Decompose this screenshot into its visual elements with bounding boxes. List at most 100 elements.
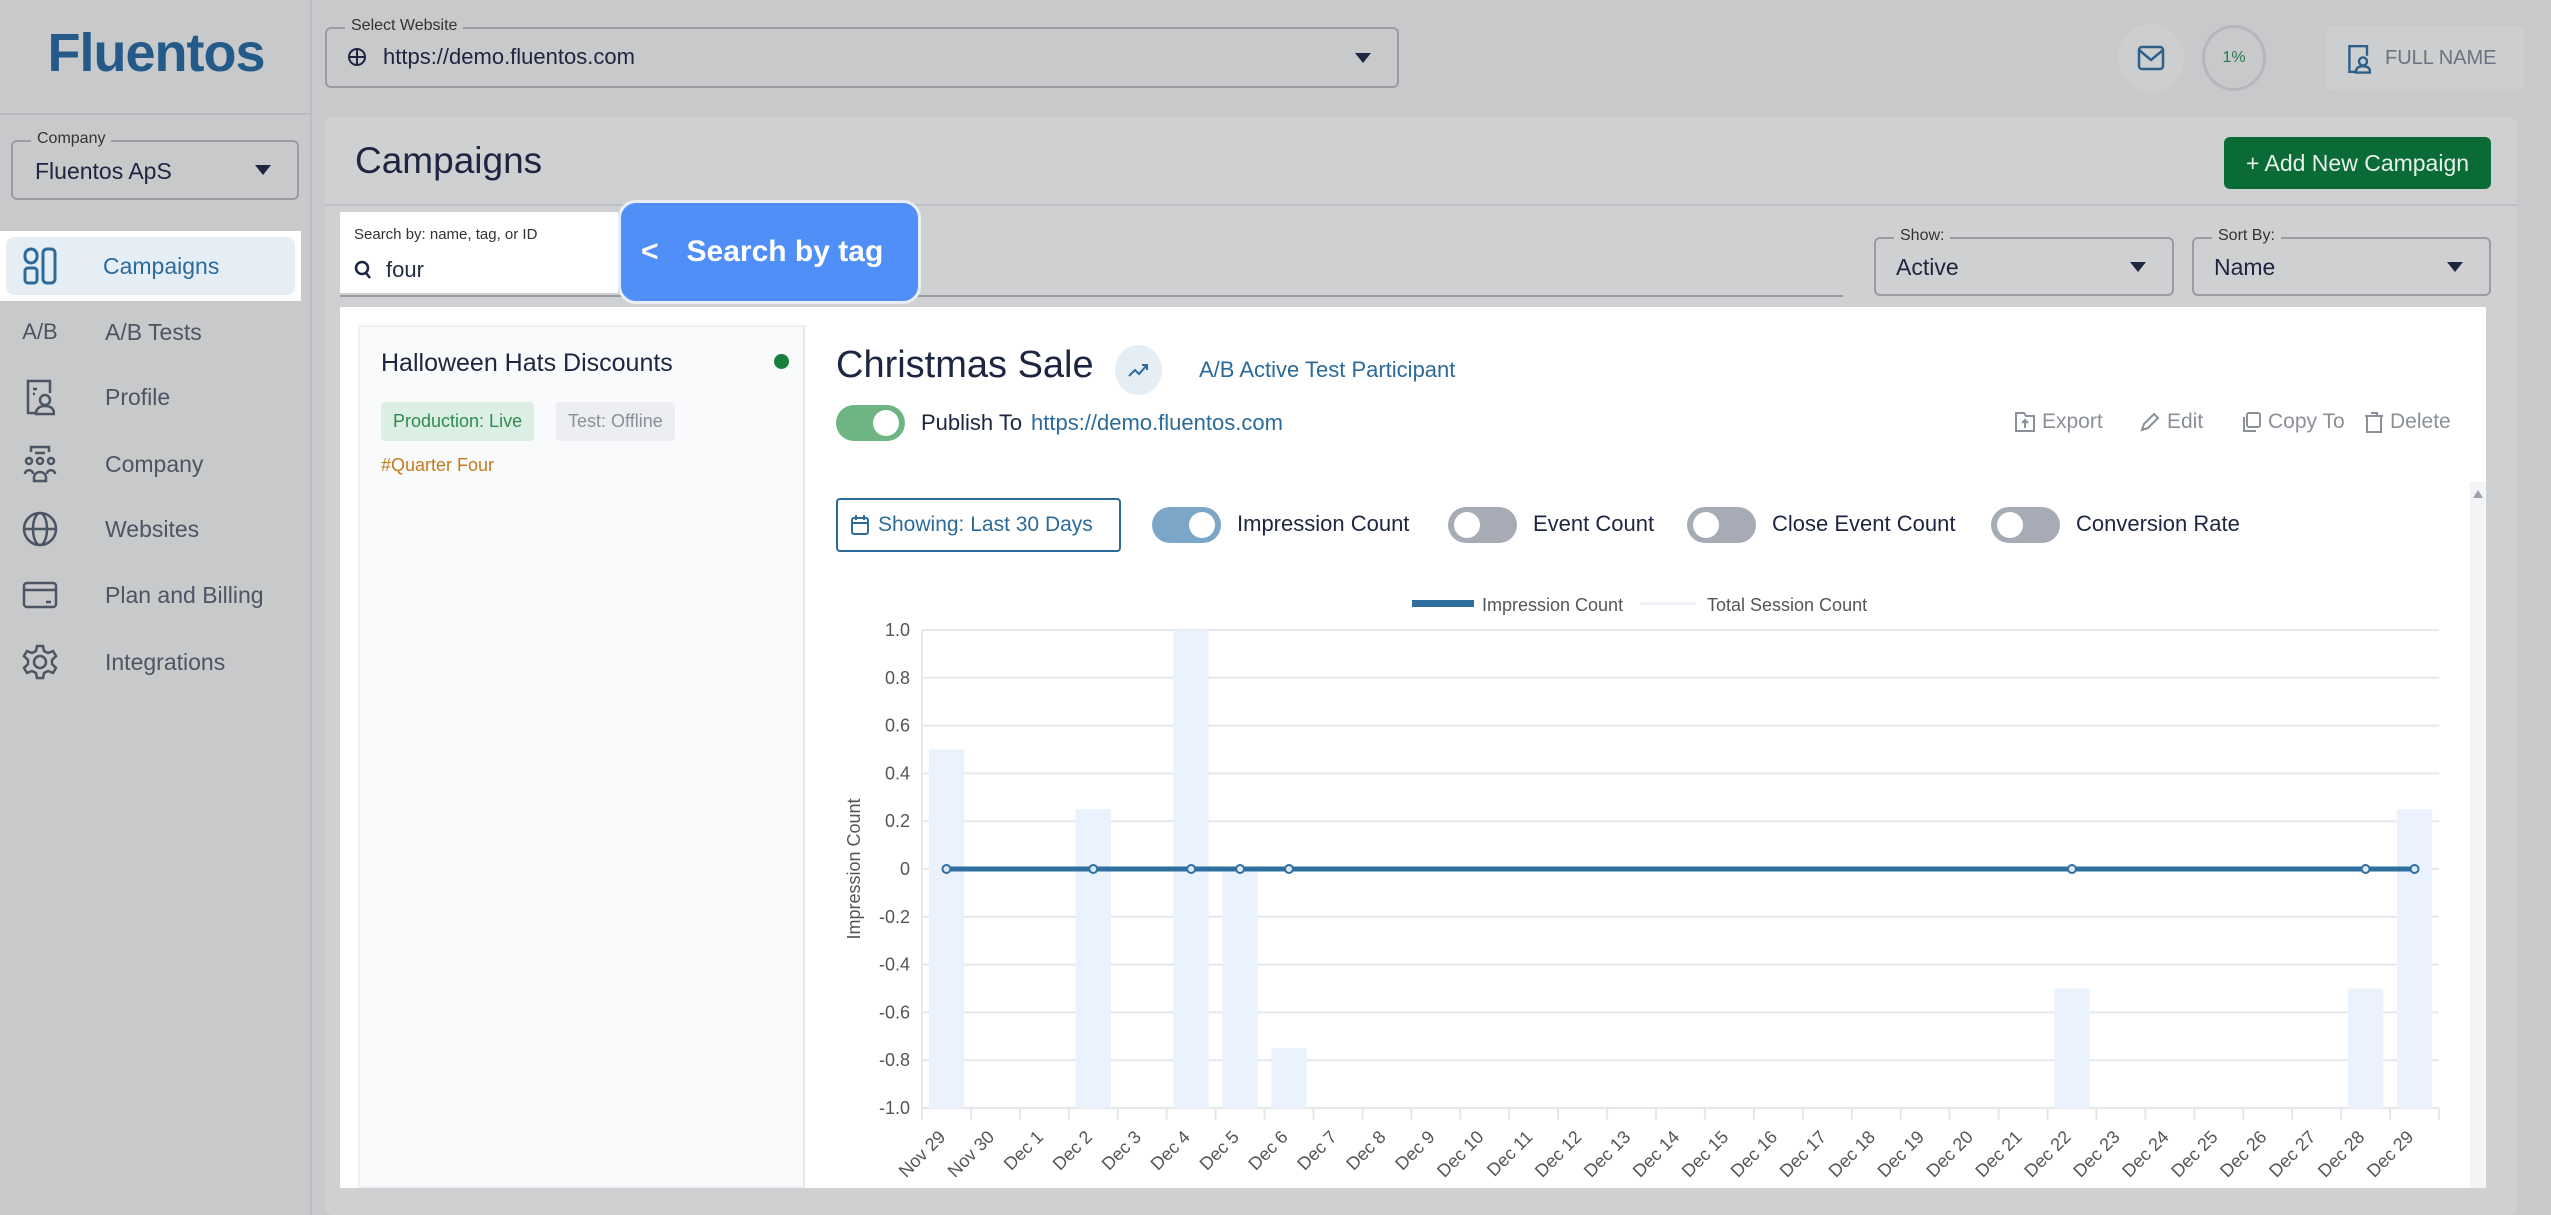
- show-select[interactable]: Show: Active: [1874, 227, 2174, 296]
- campaign-tag[interactable]: #Quarter Four: [381, 455, 494, 476]
- impression-point: [1088, 864, 1099, 874]
- date-range-button[interactable]: Showing: Last 30 Days: [836, 498, 1121, 552]
- user-menu-button[interactable]: FULL NAME: [2327, 26, 2524, 91]
- delete-button[interactable]: Delete: [2364, 410, 2451, 434]
- x-tick-label: Dec 7: [1293, 1127, 1340, 1174]
- y-tick-label: -0.2: [879, 907, 910, 927]
- x-tick-label: Dec 25: [2167, 1127, 2221, 1181]
- messages-button[interactable]: [2118, 24, 2184, 92]
- profile-icon: [2348, 44, 2371, 74]
- x-tick-label: Dec 9: [1391, 1127, 1438, 1174]
- y-tick-label: 0.4: [885, 763, 910, 783]
- calendar-icon: [851, 515, 869, 535]
- impression-point: [941, 864, 952, 874]
- status-dot: [774, 354, 789, 369]
- globe-icon: [347, 47, 367, 72]
- export-icon: [2015, 412, 2035, 432]
- ab-badge[interactable]: A/B Active Test Participant: [1199, 357, 1455, 383]
- edit-label: Edit: [2167, 410, 2204, 433]
- sidebar-item-integrations[interactable]: Integrations: [0, 629, 301, 695]
- sidebar-item-label: Campaigns: [103, 252, 220, 279]
- close-event-count-label: Close Event Count: [1772, 511, 1956, 536]
- session-bar: [2396, 809, 2433, 1108]
- x-tick-label: Dec 27: [2265, 1127, 2319, 1181]
- company-value: Fluentos ApS: [35, 158, 172, 184]
- sidebar-item-websites[interactable]: Websites: [0, 496, 301, 562]
- x-tick-label: Dec 15: [1678, 1127, 1732, 1181]
- sidebar-item-label: Company: [105, 450, 204, 477]
- y-tick-label: -0.8: [879, 1050, 910, 1070]
- edit-button[interactable]: Edit: [2139, 410, 2203, 434]
- copy-to-button[interactable]: Copy To: [2240, 410, 2345, 434]
- show-label: Show:: [1894, 227, 1951, 245]
- bottom-dim: [340, 1188, 2486, 1215]
- campaign-list-item[interactable]: Halloween Hats Discounts Production: Liv…: [358, 325, 805, 1188]
- sidebar-item-plan-billing[interactable]: Plan and Billing: [0, 562, 301, 628]
- conversion-rate-toggle[interactable]: [1991, 507, 2060, 543]
- user-name: FULL NAME: [2385, 47, 2497, 69]
- publish-url[interactable]: https://demo.fluentos.com: [1031, 410, 1283, 436]
- x-tick-label: Dec 23: [2069, 1127, 2123, 1181]
- company-icon: [20, 444, 60, 484]
- sidebar-item-label: A/B Tests: [105, 318, 202, 345]
- add-campaign-button[interactable]: + Add New Campaign: [2224, 137, 2491, 189]
- sidebar-item-campaigns[interactable]: Campaigns: [0, 231, 301, 301]
- chevron-down-icon: [2447, 261, 2463, 272]
- campaign-title: Christmas Sale: [836, 344, 1094, 386]
- legend-label-impression: Impression Count: [1482, 595, 1623, 615]
- sidebar-item-company[interactable]: Company: [0, 431, 301, 497]
- impression-point: [2409, 864, 2420, 874]
- y-tick-label: -0.4: [879, 955, 910, 975]
- search-underline: [340, 295, 1843, 297]
- sort-select[interactable]: Sort By: Name: [2192, 227, 2491, 296]
- publish-toggle[interactable]: [836, 405, 905, 441]
- x-tick-label: Dec 17: [1776, 1127, 1830, 1181]
- website-label: Select Website: [345, 17, 464, 35]
- event-count-toggle[interactable]: [1448, 507, 1517, 543]
- x-tick-label: Dec 10: [1433, 1127, 1487, 1181]
- close-event-count-toggle[interactable]: [1687, 507, 1756, 543]
- session-bar: [1271, 1048, 1307, 1108]
- export-button[interactable]: Export: [2014, 410, 2103, 434]
- stats-button[interactable]: [1115, 345, 1162, 395]
- logo[interactable]: Fluentos: [0, 22, 312, 84]
- sort-value: Name: [2214, 254, 2276, 280]
- x-tick-label: Dec 12: [1531, 1127, 1585, 1181]
- x-tick-label: Nov 29: [895, 1127, 949, 1181]
- sidebar-item-profile[interactable]: Profile: [0, 364, 301, 430]
- x-tick-label: Dec 20: [1922, 1127, 1976, 1181]
- impression-point: [1186, 864, 1197, 874]
- x-tick-label: Dec 28: [2314, 1127, 2368, 1181]
- mail-icon: [2137, 45, 2165, 71]
- copy-label: Copy To: [2268, 410, 2345, 433]
- search-label: Search by: name, tag, or ID: [354, 226, 538, 243]
- production-badge: Production: Live: [381, 402, 535, 441]
- x-tick-label: Dec 2: [1049, 1127, 1096, 1174]
- pencil-icon: [2140, 412, 2160, 432]
- y-tick-label: -0.6: [879, 1002, 910, 1022]
- y-tick-label: 1.0: [885, 620, 910, 640]
- session-bar: [2054, 988, 2090, 1108]
- x-tick-label: Dec 24: [2118, 1127, 2172, 1181]
- date-range-label: Showing: Last 30 Days: [878, 513, 1093, 536]
- usage-progress[interactable]: 1%: [2202, 25, 2266, 91]
- website-select[interactable]: Select Website https://demo.fluentos.com: [325, 17, 1399, 88]
- sidebar-item-ab-tests[interactable]: A/B A/B Tests: [0, 299, 301, 365]
- x-tick-label: Nov 30: [944, 1127, 998, 1181]
- x-tick-label: Dec 16: [1727, 1127, 1781, 1181]
- y-tick-label: 0.6: [885, 716, 910, 736]
- copy-icon: [2243, 412, 2261, 432]
- x-tick-label: Dec 21: [1971, 1127, 2025, 1181]
- x-tick-label: Dec 1: [1000, 1127, 1047, 1174]
- impression-count-toggle[interactable]: [1152, 507, 1221, 543]
- campaigns-icon: [20, 247, 60, 285]
- chart-scrollbar[interactable]: [2470, 482, 2486, 1188]
- sidebar-item-label: Plan and Billing: [105, 581, 264, 608]
- test-badge: Test: Offline: [556, 402, 675, 441]
- search-input[interactable]: Search by: name, tag, or ID four: [340, 212, 618, 293]
- company-select[interactable]: Company Fluentos ApS: [11, 130, 299, 200]
- chevron-down-icon: [2130, 261, 2146, 272]
- x-tick-label: Dec 5: [1196, 1127, 1243, 1174]
- show-value: Active: [1896, 254, 1959, 280]
- campaign-name: Halloween Hats Discounts: [381, 349, 673, 377]
